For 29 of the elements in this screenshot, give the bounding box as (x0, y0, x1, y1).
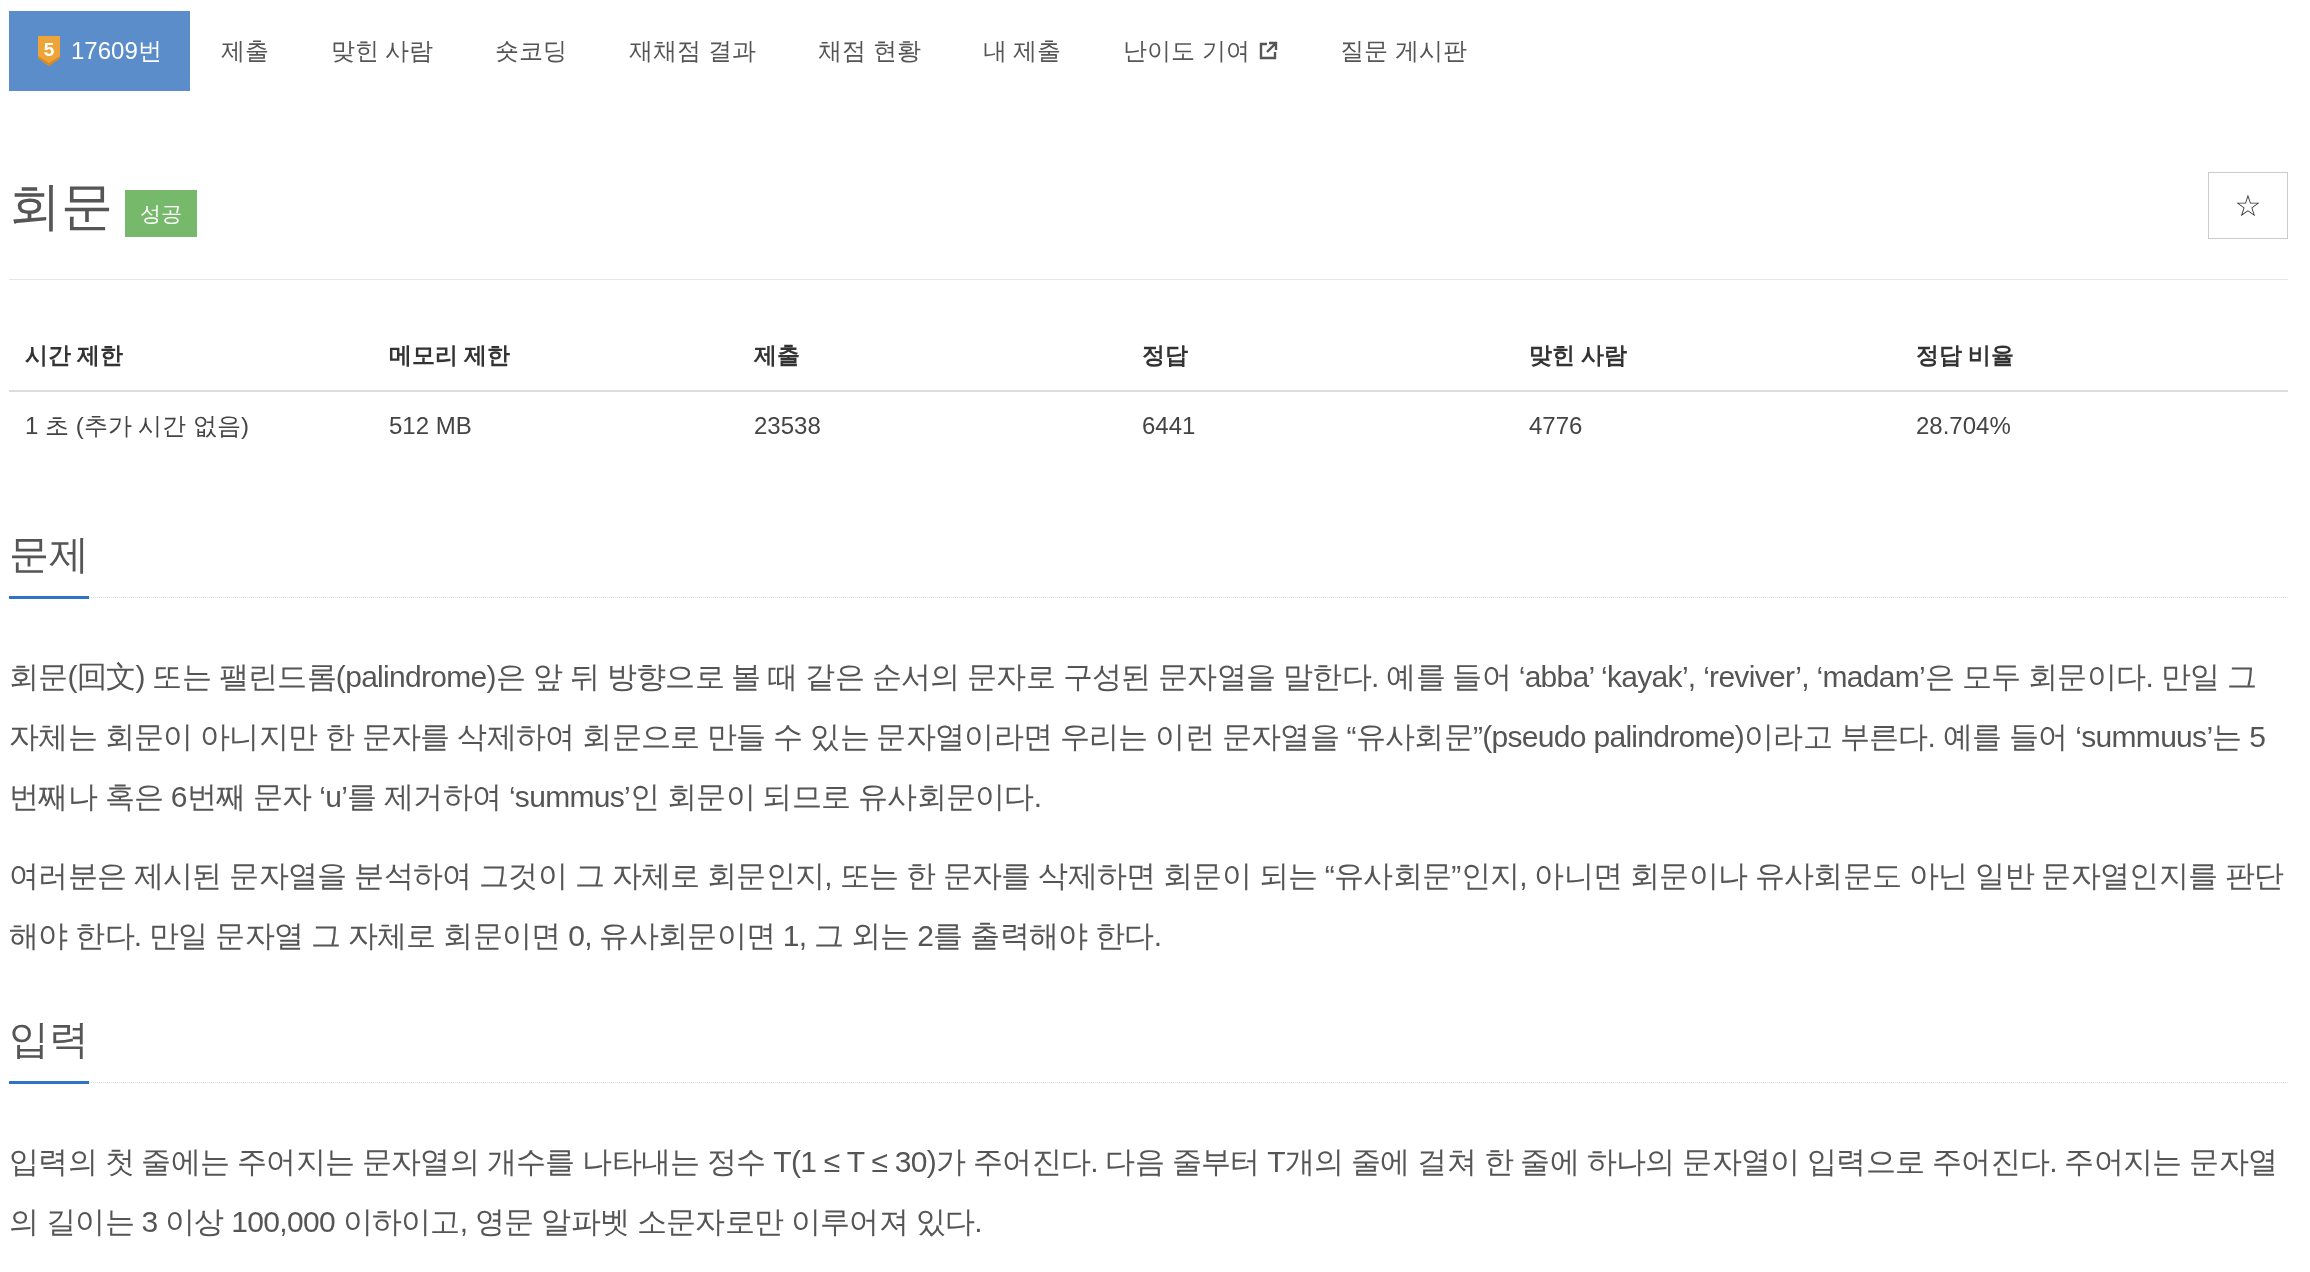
nav-tab[interactable]: 맞힌 사람 (299, 11, 465, 91)
paragraph: 여러분은 제시된 문자열을 분석하여 그것이 그 자체로 회문인지, 또는 한 문자를 삭제하면 회문이 되는 “유사회문”인지, 아니면 회문이나 유사회문도 아닌 일반 문자열인지를 판단해야 한다. 만일 문자열 그 자체로 회문이면 0, 유사회문이면 1, 그 외는 2를 출력해야 한다. (9, 858, 2285, 954)
table-cell-text: 4776 (1528, 411, 1584, 441)
table-cell-text: 28.704% (1915, 411, 2012, 441)
paragraph: 입력의 첫 줄에는 주어지는 문자열의 개수를 나타내는 정수 T(1 ≤ T ≤ 30)가 주어진다. 다음 줄부터 T개의 줄에 걸쳐 한 줄에 하나의 문자열이 입력으로 주어진다. 주어지는 문자열의 길이는 3 이상 100,000 이하이고, 영문 알파벳 소문자로만 이루어져 있다. (9, 1144, 2279, 1240)
table-header-cell-text: 제출 (753, 341, 801, 370)
problem-title: 회문 (9, 175, 113, 237)
nav-tab[interactable]: 난이도 기여 (1092, 11, 1310, 91)
section-heading: 입력 (9, 1014, 89, 1084)
section-heading: 문제 (9, 529, 89, 599)
table-header-cell-text: 맞힌 사람 (1528, 341, 1629, 370)
nav-tab[interactable]: 제출 (189, 11, 300, 91)
table-header-cell-text: 정답 (1141, 341, 1189, 370)
nav-tab[interactable]: 질문 게시판 (1309, 11, 1498, 91)
nav-tab[interactable]: 내 제출 (951, 11, 1093, 91)
table-cell-text: 6441 (1141, 411, 1197, 441)
table-header-cell-text: 메모리 제한 (388, 341, 512, 370)
shield-icon: 5 (37, 35, 61, 67)
table-header-cell-text: 시간 제한 (24, 341, 125, 370)
table-cell-text: 23538 (753, 411, 822, 441)
status-badge: 성공 (125, 189, 197, 237)
paragraph: 회문(回文) 또는 팰린드롬(palindrome)은 앞 뒤 방향으로 볼 때 같은 순서의 문자로 구성된 문자열을 말한다. 예를 들어 ‘abba’ ‘kayak’, ‘reviver’, ‘madam’은 모두 회문이다. 만일 그 자체는 회문이 아니지만 한 문자를 삭제하여 회문으로 만들 수 있는 문자열이라면 우리는 이런 문자열을 “유사회문”(pseudo palindrome)이라고 부른다. 예를 들어 ‘summuus’는 5번째나 혹은 6번째 문자 ‘u’를 제거하여 ‘summus’인 회문이 되므로 유사회문이다. (9, 659, 2267, 815)
nav-tab[interactable]: 재채점 결과 (598, 11, 788, 91)
table-header-cell-text: 정답 비율 (1915, 341, 2016, 370)
star-button[interactable]: ☆ (2208, 172, 2288, 239)
table-cell-text: 1 초 (추가 시간 없음) (24, 411, 250, 441)
nav-tab[interactable]: 숏코딩 (464, 11, 599, 91)
table-cell-text: 512 MB (388, 411, 473, 441)
nav-tab[interactable]: 채점 현황 (787, 11, 952, 91)
